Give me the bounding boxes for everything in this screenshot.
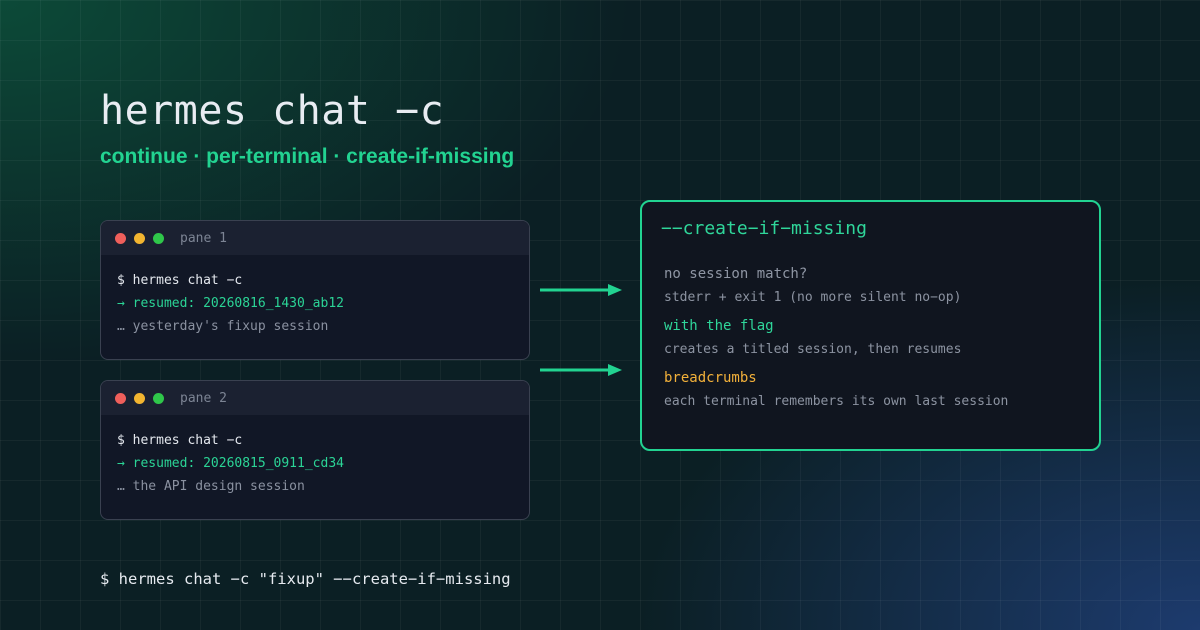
flag-description: creates a titled session, then resumes — [664, 342, 962, 357]
resumed-line: → resumed: 20260816_1430_ab12 — [117, 296, 344, 311]
resumed-line: → resumed: 20260815_0911_cd34 — [117, 456, 344, 471]
pane-label: pane 1 — [180, 230, 227, 246]
minimize-dot-icon[interactable] — [134, 232, 145, 244]
maximize-dot-icon[interactable] — [153, 232, 164, 244]
close-dot-icon[interactable] — [115, 232, 126, 244]
terminal-pane-2[interactable]: pane 2 $ hermes chat −c → resumed: 20260… — [100, 380, 530, 520]
question-heading: no session match? — [664, 266, 808, 282]
terminal-pane-1[interactable]: pane 1 $ hermes chat −c → resumed: 20260… — [100, 220, 530, 360]
panel-title: −−create−if−missing — [661, 218, 867, 239]
maximize-dot-icon[interactable] — [153, 392, 164, 404]
create-if-missing-panel: −−create−if−missing no session match? st… — [640, 200, 1101, 451]
minimize-dot-icon[interactable] — [134, 392, 145, 404]
pane-output: $ hermes chat −c → resumed: 20260816_143… — [101, 255, 529, 338]
session-note: … yesterday's fixup session — [117, 319, 329, 334]
pane-output: $ hermes chat −c → resumed: 20260815_091… — [101, 415, 529, 498]
question-description: stderr + exit 1 (no more silent no−op) — [664, 290, 962, 305]
flag-heading: with the flag — [664, 318, 774, 334]
example-command: $ hermes chat −c "fixup" −−create−if−mis… — [100, 570, 511, 588]
pane-titlebar: pane 2 — [101, 381, 529, 415]
command-line: $ hermes chat −c — [117, 273, 243, 288]
session-note: … the API design session — [117, 479, 305, 494]
close-dot-icon[interactable] — [115, 392, 126, 404]
pane-titlebar: pane 1 — [101, 221, 529, 255]
command-line: $ hermes chat −c — [117, 433, 243, 448]
arrow-right-icon — [540, 284, 622, 296]
pane-label: pane 2 — [180, 390, 227, 406]
page-title: hermes chat −c — [100, 88, 445, 134]
page-subtitle: continue · per-terminal · create-if-miss… — [100, 145, 515, 168]
breadcrumbs-description: each terminal remembers its own last ses… — [664, 394, 1009, 409]
panel-rows: no session match? stderr + exit 1 (no mo… — [664, 262, 1008, 418]
arrow-right-icon — [540, 364, 622, 376]
breadcrumbs-heading: breadcrumbs — [664, 370, 757, 386]
